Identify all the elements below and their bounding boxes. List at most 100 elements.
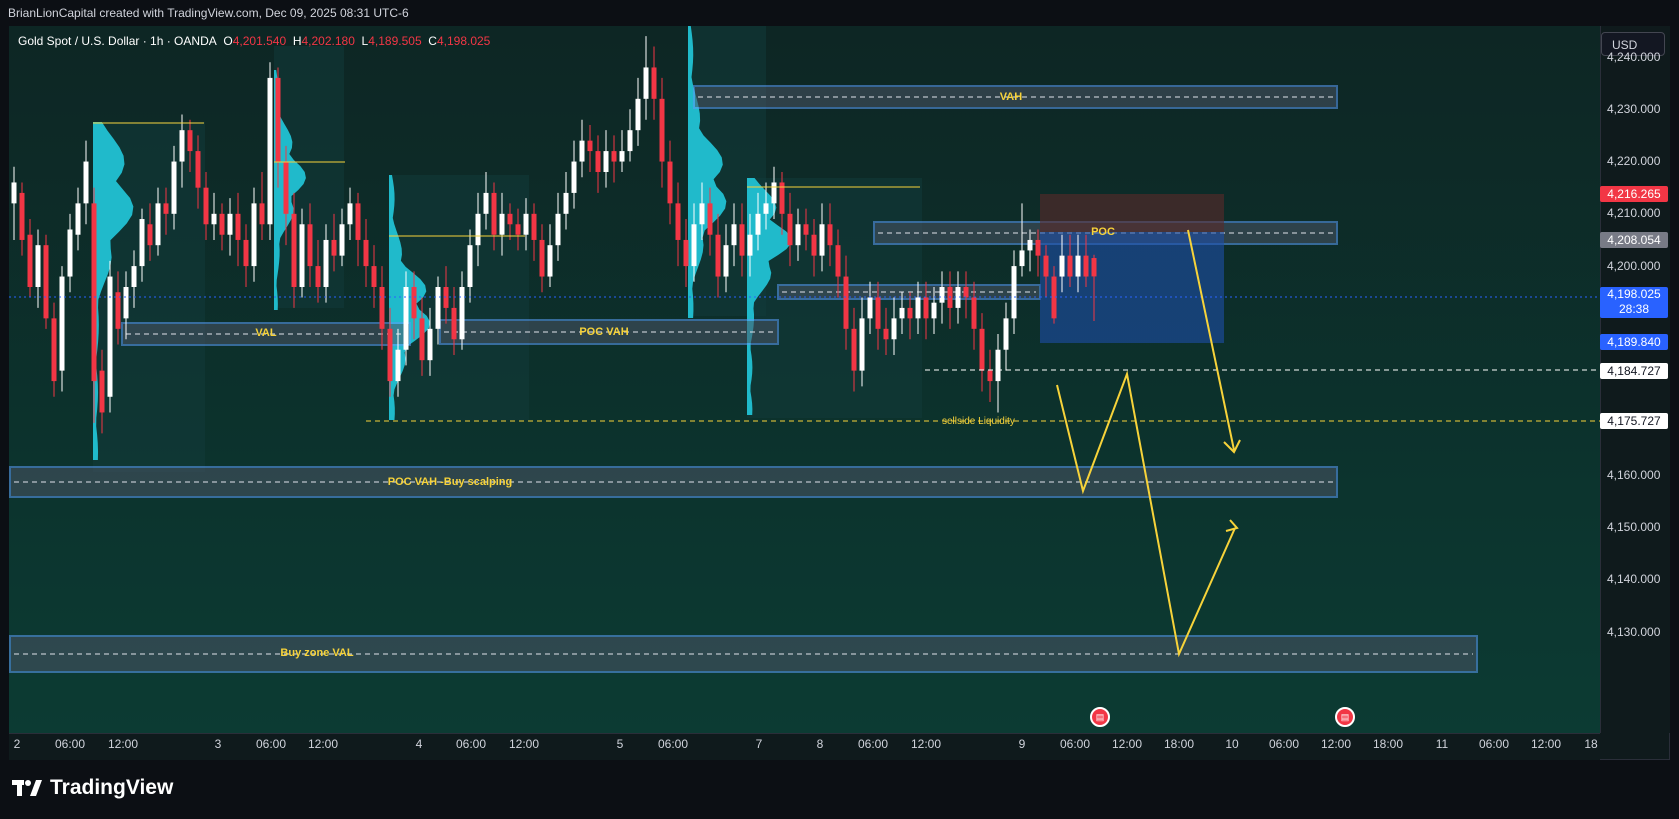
low-value: 4,189.505 xyxy=(368,34,422,48)
attribution-bar: BrianLionCapital created with TradingVie… xyxy=(0,0,1679,26)
candle-body xyxy=(643,67,649,99)
price-tick-label: 4,240.000 xyxy=(1607,50,1661,64)
candle-body xyxy=(995,349,1001,382)
candle-body xyxy=(627,130,633,152)
time-tick-label: 2 xyxy=(13,737,21,751)
time-tick-label: 06:00 xyxy=(1268,737,1300,751)
candle-body xyxy=(859,318,865,371)
high-value: 4,202.180 xyxy=(301,34,355,48)
time-tick-label: 11 xyxy=(1435,737,1449,751)
candle-body xyxy=(1059,255,1065,277)
candle-body xyxy=(907,307,913,319)
candle-body xyxy=(915,297,921,319)
candle-body xyxy=(875,297,881,329)
candlestick-chart[interactable] xyxy=(9,26,1600,733)
candle-body xyxy=(219,213,225,235)
candle-body xyxy=(795,224,801,246)
candle-body xyxy=(651,67,657,99)
price-tick-label: 4,160.000 xyxy=(1607,468,1661,482)
price-tick-label: 4,210.000 xyxy=(1607,206,1661,220)
candle-body xyxy=(227,213,233,235)
candle-body xyxy=(59,276,65,371)
price-tick-label: 4,230.000 xyxy=(1607,102,1661,116)
candle-body xyxy=(515,224,521,235)
candle-body xyxy=(923,297,929,319)
zone-label-buy-scalping: POC VAH -Buy scalping xyxy=(387,476,513,488)
candle-body xyxy=(699,203,705,225)
risk-zone xyxy=(1040,194,1224,232)
candle-body xyxy=(1075,255,1081,277)
candle-body xyxy=(723,245,729,277)
candle-body xyxy=(1043,255,1049,277)
zone-label-poc: POC xyxy=(1091,226,1115,238)
symbol-name[interactable]: Gold Spot / U.S. Dollar · 1h · OANDA xyxy=(18,34,217,48)
stop-price-tag: 4,189.840 xyxy=(1600,334,1668,350)
candle-body xyxy=(251,203,257,267)
candle-body xyxy=(11,182,17,204)
candle-body xyxy=(123,287,129,319)
candle-body xyxy=(755,213,761,235)
time-axis[interactable] xyxy=(9,733,1600,760)
time-tick-label: 06:00 xyxy=(857,737,889,751)
candle-body xyxy=(987,370,993,382)
time-tick-label: 06:00 xyxy=(455,737,487,751)
candle-body xyxy=(379,287,385,329)
candle-body xyxy=(811,234,817,256)
last-price-value: 4,198.025 xyxy=(1607,287,1661,301)
attribution-text: BrianLionCapital created with TradingVie… xyxy=(8,6,409,20)
candle-body xyxy=(19,192,25,240)
candle-body xyxy=(283,161,289,214)
candle-body xyxy=(963,287,969,298)
zone-label-poc-vah: POC VAH xyxy=(579,326,629,338)
candle-body xyxy=(1027,239,1033,251)
candle-body xyxy=(803,224,809,235)
candle-body xyxy=(435,287,441,329)
candle-body xyxy=(267,77,273,225)
candle-body xyxy=(507,213,513,225)
time-tick-label: 7 xyxy=(755,737,763,751)
candle-body xyxy=(347,203,353,225)
candle-body xyxy=(619,151,625,162)
us-flag-event-icon[interactable]: ▤ xyxy=(1090,707,1110,727)
candle-body xyxy=(819,224,825,256)
candle-body xyxy=(835,245,841,277)
candle-body xyxy=(131,266,137,288)
level1-price-tag: 4,184.727 xyxy=(1600,363,1668,379)
price-tick-label: 4,200.000 xyxy=(1607,259,1661,273)
candle-body xyxy=(771,182,777,204)
zone-label-vah: VAH xyxy=(999,91,1023,103)
candle-body xyxy=(675,203,681,240)
price-tick-label: 4,130.000 xyxy=(1607,625,1661,639)
candle-body xyxy=(571,161,577,193)
candle-body xyxy=(939,287,945,303)
time-tick-label: 06:00 xyxy=(1059,737,1091,751)
candle-body xyxy=(763,203,769,214)
candle-body xyxy=(1067,255,1073,277)
candle-body xyxy=(971,297,977,329)
candle-body xyxy=(299,224,305,288)
us-flag-event-icon-2[interactable]: ▤ xyxy=(1335,707,1355,727)
candle-body xyxy=(67,229,73,277)
candle-body xyxy=(195,151,201,188)
candle-body xyxy=(539,239,545,277)
symbol-legend[interactable]: Gold Spot / U.S. Dollar · 1h · OANDA O4,… xyxy=(18,34,490,48)
time-tick-label: 12:00 xyxy=(508,737,540,751)
candle-body xyxy=(979,328,985,371)
zone-label-val: VAL xyxy=(255,327,277,339)
candle-body xyxy=(659,98,665,162)
candle-body xyxy=(91,203,97,382)
tradingview-logo[interactable]: TradingView xyxy=(12,776,173,800)
chart-plot[interactable] xyxy=(9,26,1600,733)
time-tick-label: 9 xyxy=(1018,737,1026,751)
candle-body xyxy=(867,297,873,319)
candle-body xyxy=(483,192,489,214)
time-tick-label: 12:00 xyxy=(1530,737,1562,751)
candle-body xyxy=(931,302,937,319)
time-tick-label: 4 xyxy=(415,737,423,751)
candle-body xyxy=(291,213,297,288)
candle-body xyxy=(587,140,593,152)
candle-body xyxy=(555,213,561,246)
candle-body xyxy=(139,219,145,267)
time-tick-label: 18:00 xyxy=(1372,737,1404,751)
candle-body xyxy=(459,287,465,340)
